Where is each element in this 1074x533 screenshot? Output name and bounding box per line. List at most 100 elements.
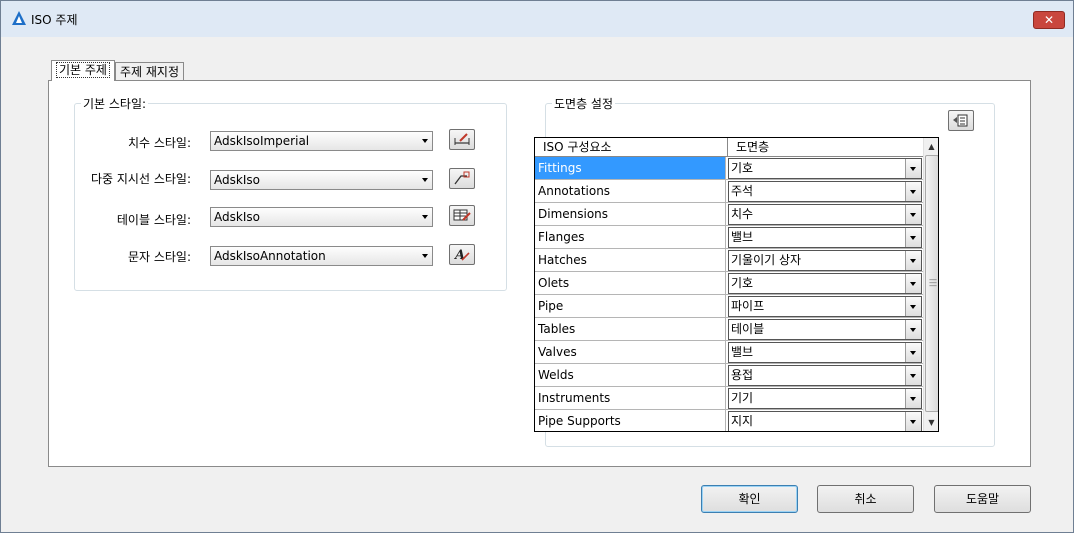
chevron-down-icon: [422, 139, 428, 143]
table-style-button[interactable]: [449, 205, 475, 226]
chevron-down-icon[interactable]: [905, 182, 921, 201]
component-cell[interactable]: Pipe Supports: [535, 410, 726, 431]
layer-properties-button[interactable]: [948, 110, 974, 131]
select-value: AdskIso: [214, 210, 260, 224]
grip-icon: — — —: [929, 275, 937, 290]
select-value: AdskIso: [214, 173, 260, 187]
layer-value: 파이프: [731, 299, 765, 313]
layer-grid: ISO 구성요소 도면층 Fittings 기호 Annotations 주석 …: [534, 137, 939, 432]
table-row[interactable]: Flanges 밸브: [535, 226, 923, 249]
component-cell[interactable]: Hatches: [535, 249, 726, 271]
layer-select[interactable]: 기호: [728, 273, 922, 294]
component-cell[interactable]: Valves: [535, 341, 726, 363]
table-row[interactable]: Pipe 파이프: [535, 295, 923, 318]
layer-select[interactable]: 파이프: [728, 296, 922, 317]
layer-value: 밸브: [731, 345, 754, 359]
ok-button[interactable]: 확인: [701, 485, 798, 513]
chevron-down-icon[interactable]: [905, 228, 921, 247]
text-style-button[interactable]: A: [449, 244, 475, 265]
dimension-style-button[interactable]: [449, 129, 475, 150]
chevron-down-icon[interactable]: [905, 343, 921, 362]
layer-value: 치수: [731, 207, 754, 221]
chevron-down-icon[interactable]: [905, 274, 921, 293]
chevron-down-icon[interactable]: [905, 412, 921, 431]
layer-select[interactable]: 주석: [728, 181, 922, 202]
component-cell[interactable]: Welds: [535, 364, 726, 386]
tab-basic-theme[interactable]: 기본 주제: [51, 60, 115, 81]
component-cell[interactable]: Annotations: [535, 180, 726, 202]
layer-select[interactable]: 기기: [728, 388, 922, 409]
chevron-down-icon[interactable]: [905, 366, 921, 385]
table-style-select[interactable]: AdskIso: [210, 207, 433, 227]
table-row[interactable]: Dimensions 치수: [535, 203, 923, 226]
text-style-icon: A: [453, 248, 470, 261]
chevron-down-icon[interactable]: [905, 389, 921, 408]
table-row[interactable]: Annotations 주석: [535, 180, 923, 203]
table-row[interactable]: Instruments 기기: [535, 387, 923, 410]
select-value: AdskIsoImperial: [214, 134, 310, 148]
grid-header: ISO 구성요소 도면층: [535, 138, 923, 157]
multileader-style-icon: [454, 171, 470, 185]
layer-value: 주석: [731, 184, 754, 198]
close-icon: ✕: [1043, 13, 1055, 27]
layer-select[interactable]: 치수: [728, 204, 922, 225]
chevron-down-icon[interactable]: [905, 320, 921, 339]
table-row[interactable]: Fittings 기호: [535, 157, 923, 180]
layer-select[interactable]: 밸브: [728, 227, 922, 248]
table-row[interactable]: Hatches 기울이기 상자: [535, 249, 923, 272]
multileader-style-button[interactable]: [449, 168, 475, 189]
text-style-select[interactable]: AdskIsoAnnotation: [210, 246, 433, 266]
component-cell[interactable]: Tables: [535, 318, 726, 340]
layer-select[interactable]: 용접: [728, 365, 922, 386]
iso-theme-dialog: ISO 주제 ✕ 기본 주제 주제 재지정 기본 스타일: 치수 스타일: Ad…: [0, 0, 1074, 533]
select-value: AdskIsoAnnotation: [214, 249, 326, 263]
tab-theme-override[interactable]: 주제 재지정: [115, 62, 185, 81]
chevron-down-icon[interactable]: [905, 297, 921, 316]
close-button[interactable]: ✕: [1033, 11, 1065, 29]
layer-select[interactable]: 지지: [728, 411, 922, 431]
grid-scrollbar[interactable]: ▲ — — — ▼: [923, 138, 938, 431]
table-row[interactable]: Welds 용접: [535, 364, 923, 387]
help-button[interactable]: 도움말: [934, 485, 1031, 513]
chevron-down-icon: [422, 254, 428, 258]
layer-value: 기울이기 상자: [731, 253, 802, 267]
cancel-button[interactable]: 취소: [817, 485, 914, 513]
component-cell[interactable]: Pipe: [535, 295, 726, 317]
chevron-down-icon: [422, 215, 428, 219]
component-cell[interactable]: Fittings: [535, 157, 726, 179]
dimension-style-label: 치수 스타일:: [127, 136, 191, 150]
layer-select[interactable]: 밸브: [728, 342, 922, 363]
chevron-down-icon[interactable]: [905, 205, 921, 224]
column-header-component[interactable]: ISO 구성요소: [535, 138, 612, 156]
dimension-style-select[interactable]: AdskIsoImperial: [210, 131, 433, 151]
title-bar: ISO 주제 ✕: [1, 1, 1073, 37]
layer-value: 테이블: [731, 322, 765, 336]
component-cell[interactable]: Olets: [535, 272, 726, 294]
layer-select[interactable]: 기호: [728, 158, 922, 179]
chevron-down-icon[interactable]: [905, 251, 921, 270]
layer-select[interactable]: 기울이기 상자: [728, 250, 922, 271]
tab-label: 기본 주제: [56, 62, 110, 78]
multileader-style-select[interactable]: AdskIso: [210, 170, 433, 190]
layer-value: 용접: [731, 368, 754, 382]
table-row[interactable]: Valves 밸브: [535, 341, 923, 364]
scroll-down-arrow-icon[interactable]: ▼: [924, 414, 938, 431]
component-cell[interactable]: Instruments: [535, 387, 726, 409]
table-style-icon: [453, 209, 471, 221]
component-cell[interactable]: Dimensions: [535, 203, 726, 225]
scroll-thumb[interactable]: — — —: [925, 155, 938, 412]
layer-value: 기호: [731, 161, 754, 175]
tab-label: 주제 재지정: [120, 65, 180, 79]
chevron-down-icon[interactable]: [905, 159, 921, 178]
scroll-up-arrow-icon[interactable]: ▲: [924, 138, 938, 155]
chevron-down-icon: [422, 178, 428, 182]
layer-value: 밸브: [731, 230, 754, 244]
column-header-layer[interactable]: 도면층: [728, 138, 769, 156]
table-row[interactable]: Tables 테이블: [535, 318, 923, 341]
layer-select[interactable]: 테이블: [728, 319, 922, 340]
component-cell[interactable]: Flanges: [535, 226, 726, 248]
table-row[interactable]: Pipe Supports 지지: [535, 410, 923, 431]
table-row[interactable]: Olets 기호: [535, 272, 923, 295]
group-title: 도면층 설정: [552, 95, 616, 112]
window-title: ISO 주제: [31, 13, 78, 27]
